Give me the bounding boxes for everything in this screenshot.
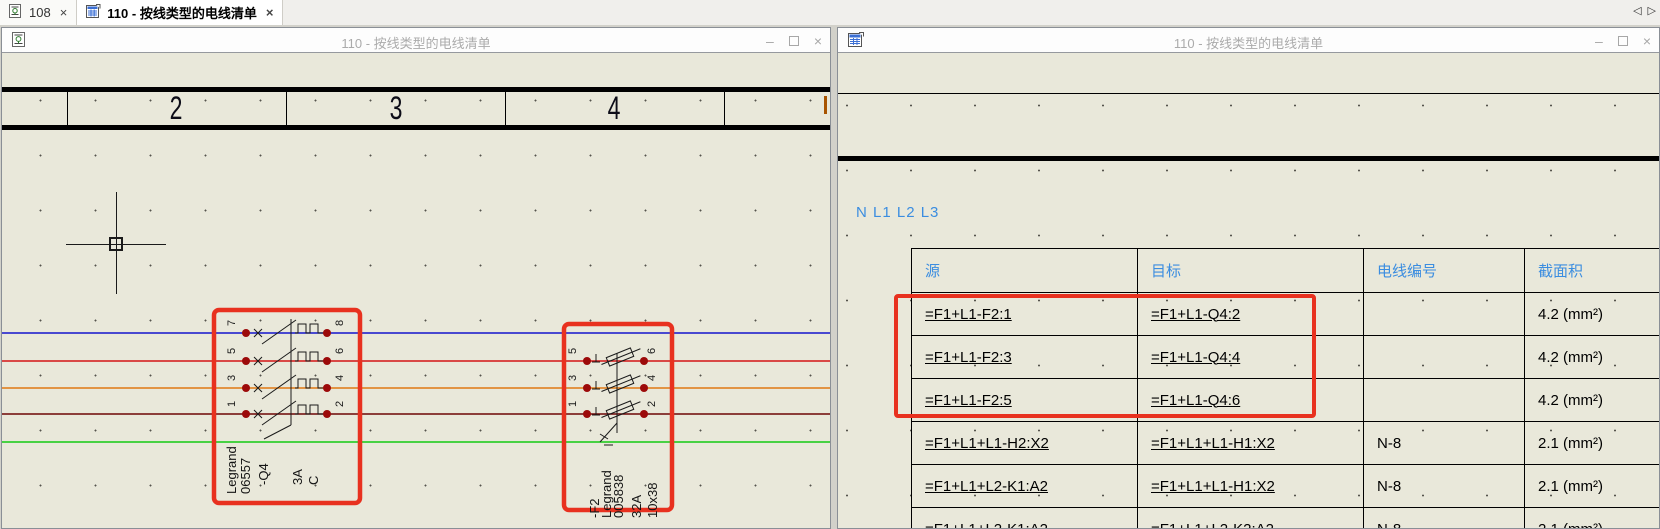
tab-110-wire-list[interactable]: 110 - 按线类型的电线清单 ×	[77, 0, 284, 25]
phase-heading: N L1 L2 L3	[856, 204, 940, 221]
breaker-pole	[242, 400, 331, 426]
table-row: =F1+L1+L1-H2:X2 =F1+L1+L1-H1:X2 N-8 2.1 …	[911, 421, 1659, 465]
source-link[interactable]: =F1+L1+L2-K1:A2	[911, 507, 1138, 528]
highlight-rect-rows	[894, 294, 1316, 418]
maximize-button[interactable]	[1617, 35, 1628, 46]
component-label: 005838	[611, 474, 626, 518]
close-button[interactable]: ×	[814, 34, 822, 48]
component-label: 32A	[629, 494, 644, 518]
close-button[interactable]: ×	[1643, 34, 1651, 48]
component-label: 06557	[238, 457, 253, 494]
tab-scroll-left-icon[interactable]: ◁	[1633, 4, 1641, 17]
terminal-number: 5	[567, 348, 579, 354]
cross-section-cell: 4.2 (mm²)	[1524, 378, 1659, 422]
terminal-number: 4	[334, 375, 346, 381]
terminal-number: 8	[334, 320, 346, 326]
tab-scroll-arrows: ◁ ▷	[1633, 4, 1656, 17]
maximize-button[interactable]	[788, 35, 799, 46]
wire-number-cell: N-8	[1363, 464, 1525, 508]
wire-number-cell: N-8	[1363, 507, 1525, 528]
terminal-number: 2	[334, 401, 346, 407]
table-icon	[86, 4, 101, 21]
window-title: 110 - 按线类型的电线清单	[1173, 36, 1324, 51]
window-controls: – ×	[766, 28, 822, 53]
terminal-number: 1	[226, 401, 238, 407]
schematic-icon	[9, 4, 23, 21]
terminal-number: 6	[334, 348, 346, 354]
component-label: -Q4	[256, 463, 271, 485]
fuse-pole	[583, 347, 648, 367]
col-header-target: 目标	[1137, 248, 1364, 293]
col-header-source: 源	[911, 248, 1138, 293]
breaker-pole	[242, 319, 331, 345]
col-header-cross-section: 截面积	[1524, 248, 1659, 293]
breaker-pole	[242, 347, 331, 373]
source-link[interactable]: =F1+L1+L1-H2:X2	[911, 421, 1138, 465]
wire-list-window: 110 - 按线类型的电线清单 – × N L1 L2 L3 源 目标 电线编号…	[837, 27, 1660, 529]
document-tab-bar: 108 × 110 - 按线类型的电线清单 × ◁ ▷	[0, 0, 1660, 25]
tab-close-icon[interactable]: ×	[266, 5, 274, 20]
cross-section-cell: 2.1 (mm²)	[1524, 421, 1659, 465]
component-label: 3A	[290, 469, 305, 485]
schematic-window: 110 - 按线类型的电线清单 – × 2 3 4 7 5 3 1 8 6 4 …	[1, 27, 831, 529]
wire-number-cell: N-8	[1363, 421, 1525, 465]
table-header-row: 源 目标 电线编号 截面积	[911, 248, 1659, 293]
tab-label: 108	[29, 5, 51, 20]
terminal-number: 5	[226, 348, 238, 354]
fuse-f2-symbol[interactable]: 5 3 1 6 4 2	[567, 345, 658, 446]
breaker-q4-symbol[interactable]: 7 5 3 1 8 6 4 2	[226, 319, 346, 440]
cross-section-cell: 2.1 (mm²)	[1524, 507, 1659, 528]
terminal-number: 1	[567, 401, 579, 407]
frame-rule-thick	[838, 156, 1659, 161]
wire-list-canvas[interactable]: N L1 L2 L3 源 目标 电线编号 截面积 =F1+L1-F2:1 =F1…	[838, 53, 1659, 528]
terminal-number: 3	[567, 375, 579, 381]
schematic-drawing: 7 5 3 1 8 6 4 2 5 3 1 6 4 2	[2, 307, 830, 513]
target-link[interactable]: =F1+L1+L1-H1:X2	[1137, 464, 1364, 508]
frame-rule-thin	[838, 93, 1659, 94]
cross-section-cell: 4.2 (mm²)	[1524, 292, 1659, 336]
minimize-button[interactable]: –	[1595, 34, 1603, 48]
cross-section-cell: 4.2 (mm²)	[1524, 335, 1659, 379]
window-title: 110 - 按线类型的电线清单	[341, 36, 491, 51]
tab-108[interactable]: 108 ×	[0, 0, 78, 25]
tab-close-icon[interactable]: ×	[60, 5, 68, 20]
breaker-pole	[242, 374, 331, 400]
target-link[interactable]: =F1+L1+L2-K2:A2	[1137, 507, 1364, 528]
fuse-pole	[583, 400, 648, 420]
terminal-number: 6	[646, 348, 658, 354]
component-label: 10x38	[645, 482, 660, 518]
wire-number-cell	[1363, 335, 1525, 379]
col-header-wire-number: 电线编号	[1363, 248, 1525, 293]
window-controls: – ×	[1595, 28, 1651, 53]
table-row: =F1+L1+L2-K1:A2 =F1+L1+L2-K2:A2 N-8 2.1 …	[911, 507, 1659, 528]
component-label: Legrand	[224, 446, 239, 494]
terminal-number: 4	[646, 375, 658, 381]
target-link[interactable]: =F1+L1+L1-H1:X2	[1137, 421, 1364, 465]
source-link[interactable]: =F1+L1+L2-K1:A2	[911, 464, 1138, 508]
wire-number-cell	[1363, 378, 1525, 422]
schematic-window-titlebar[interactable]: 110 - 按线类型的电线清单 – ×	[2, 28, 830, 53]
minimize-button[interactable]: –	[766, 34, 774, 48]
terminal-number: 2	[646, 401, 658, 407]
component-label: C	[306, 475, 321, 485]
table-row: =F1+L1+L2-K1:A2 =F1+L1+L1-H1:X2 N-8 2.1 …	[911, 464, 1659, 508]
tab-label: 110 - 按线类型的电线清单	[107, 6, 257, 21]
terminal-number: 7	[226, 320, 238, 326]
fuse-pole	[583, 374, 648, 394]
tab-scroll-right-icon[interactable]: ▷	[1648, 4, 1656, 17]
schematic-canvas[interactable]: 2 3 4 7 5 3 1 8 6 4 2 5 3 1 6 4 2 Legran…	[2, 53, 830, 528]
wire-number-cell	[1363, 292, 1525, 336]
cross-section-cell: 2.1 (mm²)	[1524, 464, 1659, 508]
wire-list-window-titlebar[interactable]: 110 - 按线类型的电线清单 – ×	[838, 28, 1659, 53]
terminal-number: 3	[226, 375, 238, 381]
